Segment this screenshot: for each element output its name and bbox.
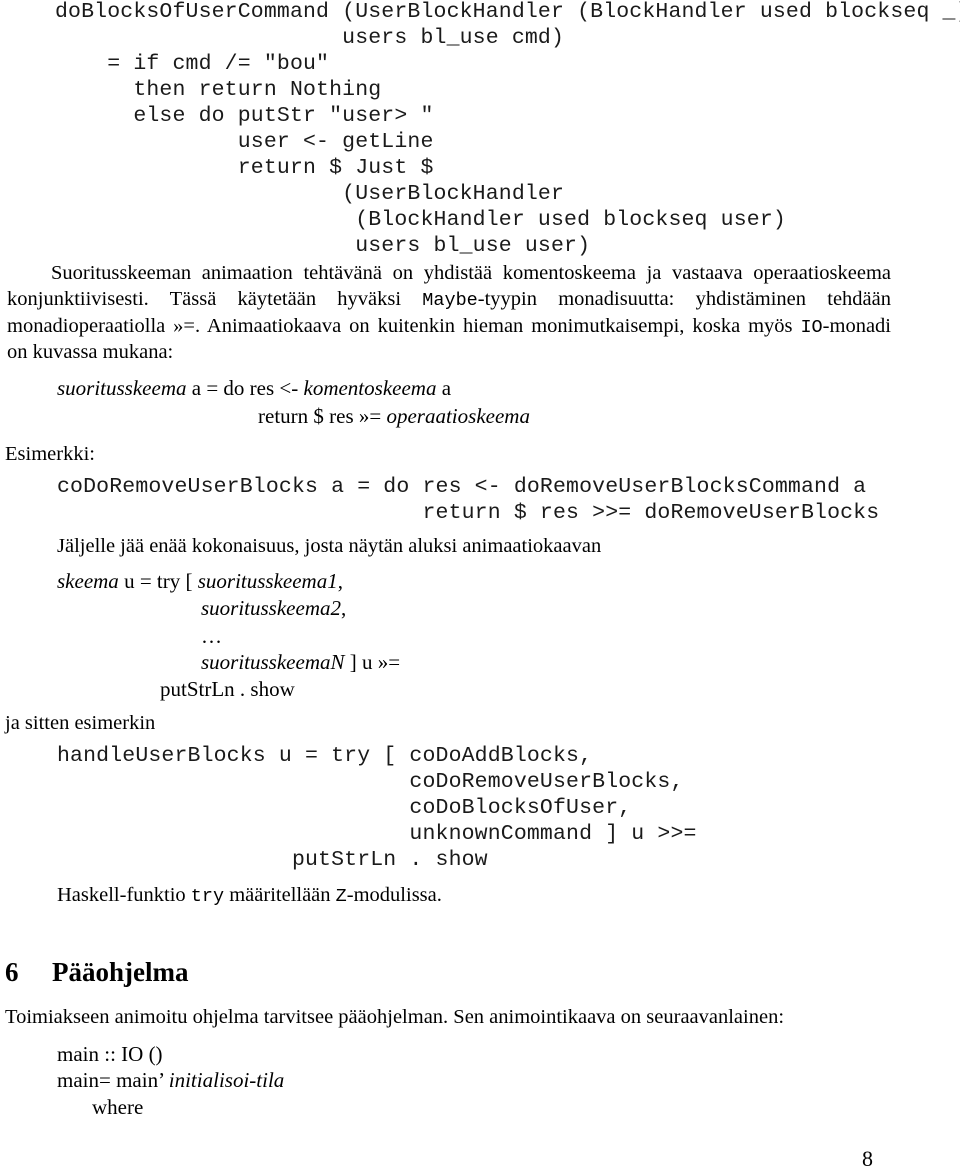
code-line: (BlockHandler used blockseq user) — [55, 208, 786, 232]
formula-line-5-putstrln: putStrLn . show — [160, 677, 295, 701]
formula-text-2: a — [436, 376, 452, 400]
paragraph-ja-sitten-esimerkin: ja sitten esimerkin — [5, 712, 156, 734]
formula-text-try: u = try [ — [118, 569, 198, 593]
code-line: (UserBlockHandler — [55, 182, 565, 206]
formula-italic-suoritusskeema1: suoritusskeema1 — [197, 569, 338, 593]
label-esimerkki: Esimerkki: — [5, 443, 95, 465]
formula-ellipsis: … — [201, 624, 222, 648]
code-line: else do putStr "user> " — [55, 104, 434, 128]
code-line: coDoRemoveUserBlocks a = do res <- doRem… — [57, 475, 867, 499]
code-line: return $ Just $ — [55, 156, 434, 180]
formula-main-italic-initialisoi-tila: initialisoi-tila — [168, 1068, 285, 1092]
para4-seg-text-2: määritellään — [224, 884, 336, 906]
formula-line-1: skeema u = try [ suoritusskeema1, — [57, 571, 343, 592]
paragraph-toimiakseen: Toimiakseen animoitu ohjelma tarvitsee p… — [5, 1006, 785, 1028]
page-number: 8 — [862, 1146, 873, 1171]
formula-main-plain: main= main’ — [57, 1068, 169, 1092]
para4-seg-text-3: -modulissa. — [346, 884, 442, 906]
formula-main-line-1: main :: IO () — [57, 1042, 163, 1066]
code-line: coDoBlocksOfUser, — [57, 796, 632, 820]
code-line: then return Nothing — [55, 78, 382, 102]
section-title: Pääohjelma — [52, 957, 189, 987]
formula-line-1: suoritusskeema a = do res <- komentoskee… — [57, 378, 451, 399]
formula-comma-1: , — [337, 569, 343, 593]
formula-line-2: suoritusskeema2, — [201, 598, 346, 619]
para4-seg-mono-z: Z — [335, 886, 347, 907]
formula-text-3: return $ res »= — [258, 404, 387, 428]
paragraph-seg-mono-maybe: Maybe — [422, 289, 478, 311]
formula-italic-suoritusskeema: suoritusskeema — [57, 376, 187, 400]
formula-text-1: a = do res <- — [186, 376, 304, 400]
code-line: handleUserBlocks u = try [ coDoAddBlocks… — [57, 744, 593, 768]
formula-line-3-ellipsis: … — [201, 626, 222, 647]
code-line: doBlocksOfUserCommand (UserBlockHandler … — [55, 0, 960, 24]
formula-italic-suoritusskeema2: suoritusskeema2 — [201, 596, 341, 620]
formula-italic-suoritusskeemaN: suoritusskeemaN — [201, 650, 345, 674]
para4-seg-text-1: Haskell-funktio — [57, 884, 191, 906]
paragraph-jaljelle-jaa: Jäljelle jää enää kokonaisuus, josta näy… — [57, 535, 602, 557]
section-number: 6 — [5, 957, 19, 987]
code-line: users bl_use user) — [55, 234, 591, 258]
formula-main-line-2: main= main’ initialisoi-tila — [57, 1070, 284, 1091]
para4-seg-mono-try: try — [190, 886, 225, 907]
code-line: user <- getLine — [55, 130, 434, 154]
code-line: unknownCommand ] u >>= — [57, 822, 697, 846]
code-line: coDoRemoveUserBlocks, — [57, 770, 684, 794]
formula-main-line-3-where: where — [92, 1095, 144, 1119]
formula-line-4: suoritusskeemaN ] u »= — [201, 652, 400, 673]
paragraph-suoritusskeeman-animaatio: Suoritusskeeman animaation tehtävänä on … — [7, 261, 891, 366]
formula-italic-operaatioskeema: operaatioskeema — [386, 404, 530, 428]
formula-line-2: return $ res »= operaatioskeema — [258, 406, 530, 427]
code-line: return $ res >>= doRemoveUserBlocks — [57, 501, 880, 525]
formula-comma-2: , — [341, 596, 347, 620]
code-line: putStrLn . show — [57, 848, 488, 872]
paragraph-seg-mono-io: IO — [800, 316, 823, 338]
code-line: = if cmd /= "bou" — [55, 52, 330, 76]
formula-italic-komentoskeema: komentoskeema — [303, 376, 437, 400]
formula-italic-skeema: skeema — [57, 569, 119, 593]
document-page: doBlocksOfUserCommand (UserBlockHandler … — [0, 0, 960, 1171]
code-line: users bl_use cmd) — [55, 26, 565, 50]
formula-tail-bind: ] u »= — [344, 650, 401, 674]
paragraph-haskell-funktio-try: Haskell-funktio try määritellään Z-modul… — [57, 885, 442, 907]
